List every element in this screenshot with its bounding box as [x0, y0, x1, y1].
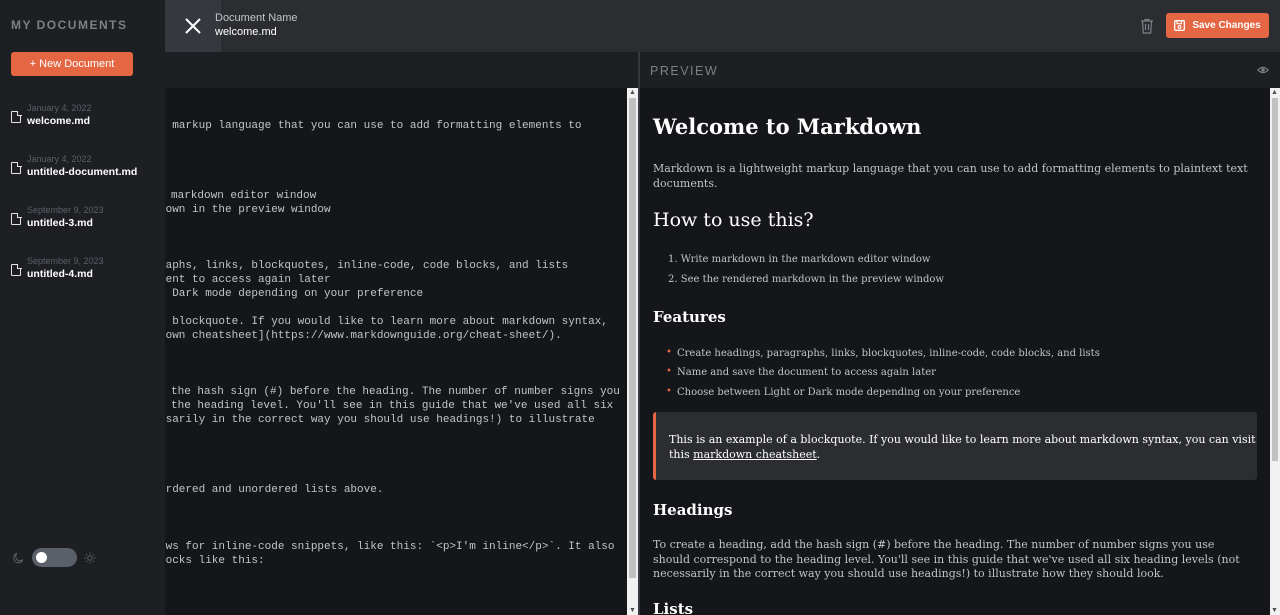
preview-title: PREVIEW [650, 64, 719, 78]
save-icon [1174, 20, 1186, 31]
scroll-up-icon[interactable]: ▲ [629, 89, 636, 96]
editor-line: r Dark mode depending on your preference [165, 288, 424, 300]
blockquote-text: This is an example of a blockquote. If y… [669, 432, 1259, 462]
editor-line: markdown editor window [171, 190, 317, 202]
list-item: 2. See the rendered markdown in the prev… [668, 274, 944, 285]
list-item: Name and save the document to access aga… [677, 367, 936, 378]
sidebar: MY DOCUMENTS + New Document January 4, 2… [0, 0, 165, 615]
document-name-field[interactable]: welcome.md [215, 26, 277, 38]
editor-line: ment to access again later [165, 274, 331, 286]
editor-line: . [165, 134, 166, 146]
save-changes-button[interactable]: Save Changes [1166, 13, 1269, 38]
theme-toggle-knob [36, 552, 47, 563]
editor-line: down cheatsheet](https://www.markdowngui… [165, 330, 562, 342]
blockquote-end: . [816, 448, 821, 461]
headings-heading: Headings [653, 501, 733, 519]
document-item[interactable]: January 4, 2022 welcome.md [11, 103, 151, 139]
bullet-icon: • [666, 366, 672, 377]
document-item[interactable]: September 9, 2023 untitled-4.md [11, 256, 151, 292]
trash-icon[interactable] [1140, 18, 1154, 34]
bullet-icon: • [666, 386, 672, 397]
preview-intro: Markdown is a lightweight markup languag… [653, 162, 1248, 190]
eye-icon[interactable] [1257, 64, 1269, 76]
moon-icon [13, 552, 24, 564]
file-icon [11, 212, 22, 225]
list-item-text: Write markdown in the markdown editor wi… [680, 254, 931, 265]
list-item-text: See the rendered markdown in the preview… [680, 274, 944, 285]
markdown-pane-header [165, 52, 638, 88]
headings-paragraph: To create a heading, add the hash sign (… [653, 538, 1240, 580]
top-bar: Document Name welcome.md Save Changes [165, 0, 1280, 52]
document-item[interactable]: September 9, 2023 untitled-3.md [11, 205, 151, 241]
scroll-up-icon[interactable]: ▲ [1271, 89, 1278, 96]
list-number: 2. [668, 274, 681, 285]
new-document-button[interactable]: + New Document [11, 52, 133, 76]
preview-h2: How to use this? [653, 209, 814, 231]
document-date: September 9, 2023 [27, 205, 104, 215]
theme-toggle[interactable] [32, 548, 77, 567]
document-name: untitled-document.md [27, 166, 138, 178]
editor-line: raphs, links, blockquotes, inline-code, … [165, 260, 569, 272]
list-item: Choose between Light or Dark mode depend… [677, 387, 1021, 398]
scroll-down-icon[interactable]: ▼ [1271, 607, 1278, 614]
close-menu-button[interactable] [165, 0, 221, 52]
editor-line: a blockquote. If you would like to learn… [165, 316, 608, 328]
preview-h1: Welcome to Markdown [653, 114, 922, 139]
editor-scrollbar-thumb[interactable] [629, 98, 636, 578]
sun-icon [84, 552, 96, 564]
file-icon [11, 110, 22, 123]
document-date: January 4, 2022 [27, 103, 92, 113]
preview-scrollbar[interactable]: ▲ ▼ [1270, 88, 1280, 615]
scroll-down-icon[interactable]: ▼ [629, 607, 636, 614]
document-item[interactable]: January 4, 2022 untitled-document.md [11, 154, 151, 190]
features-heading: Features [653, 308, 726, 326]
save-changes-label: Save Changes [1192, 20, 1261, 31]
preview-pane-header: PREVIEW [640, 52, 1280, 88]
list-number: 1. [668, 254, 681, 265]
editor-line: ordered and unordered lists above. [165, 484, 384, 496]
editor-line: locks like this: [165, 555, 265, 567]
document-name-label: Document Name [215, 12, 298, 24]
document-name: untitled-4.md [27, 268, 93, 280]
markdown-editor[interactable]: t markup language that you can use to ad… [165, 88, 627, 615]
editor-scrollbar[interactable]: ▲ ▼ [627, 88, 638, 615]
editor-line: ows for inline-code snippets, like this:… [165, 541, 615, 553]
document-name: untitled-3.md [27, 217, 93, 229]
preview-scrollbar-thumb[interactable] [1272, 98, 1278, 461]
document-date: September 9, 2023 [27, 256, 104, 266]
editor-line: down in the preview window [165, 204, 331, 216]
editor-line: t markup language that you can use to ad… [165, 120, 582, 132]
lists-heading: Lists [653, 600, 694, 615]
file-icon [11, 263, 22, 276]
editor-line: ssarily in the correct way you should us… [165, 414, 595, 426]
close-icon [185, 18, 201, 34]
sidebar-title: MY DOCUMENTS [11, 18, 128, 32]
blockquote: This is an example of a blockquote. If y… [653, 412, 1257, 480]
document-date: January 4, 2022 [27, 154, 92, 164]
document-name: welcome.md [27, 115, 91, 127]
theme-toggle-area [12, 547, 102, 569]
bullet-icon: • [666, 347, 672, 358]
list-item: 1. Write markdown in the markdown editor… [668, 254, 931, 265]
editor-line: the hash sign (#) before the heading. Th… [171, 386, 620, 398]
list-item: Create headings, paragraphs, links, bloc… [677, 348, 1100, 359]
markdown-preview: Welcome to Markdown Markdown is a lightw… [640, 88, 1270, 615]
file-icon [11, 161, 22, 174]
cheatsheet-link[interactable]: markdown cheatsheet [693, 448, 816, 461]
editor-line: the heading level. You'll see in this gu… [171, 400, 614, 412]
